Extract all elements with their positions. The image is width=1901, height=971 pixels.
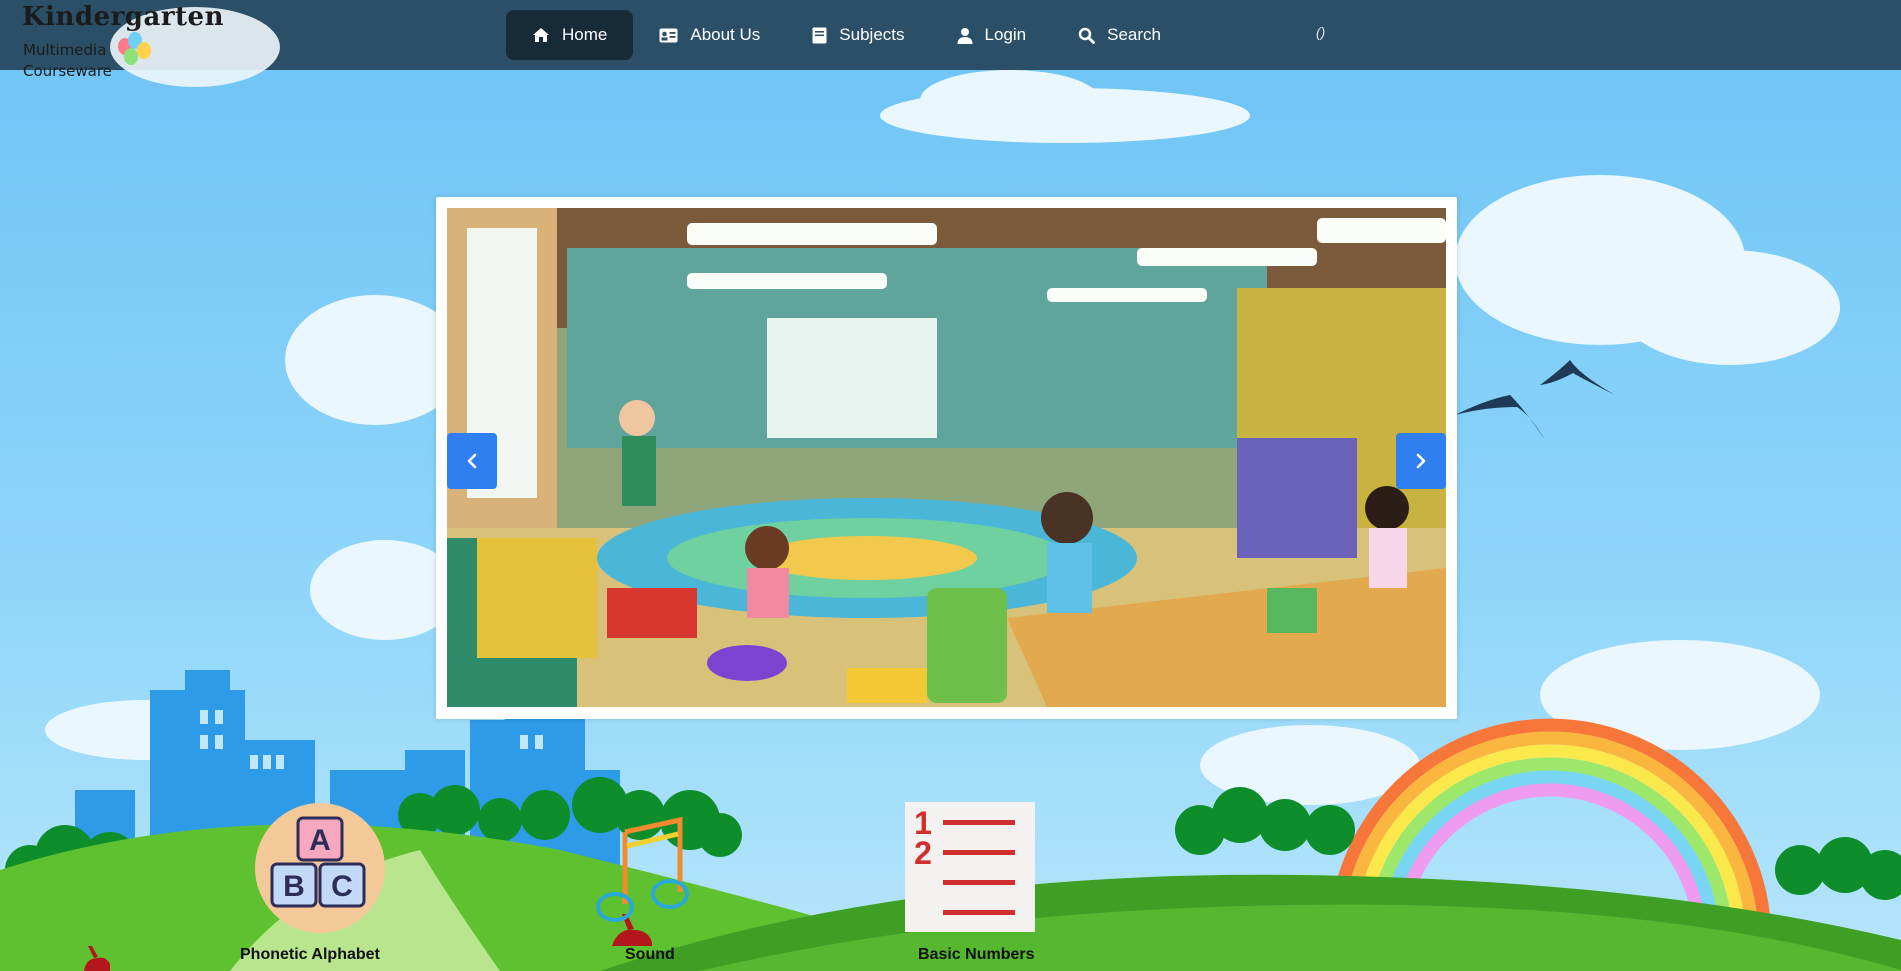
carousel-next-button[interactable] bbox=[1396, 433, 1446, 489]
subject-label[interactable]: Basic Numbers bbox=[918, 946, 1035, 964]
bird-icon bbox=[1455, 360, 1615, 440]
home-icon bbox=[532, 27, 550, 43]
site-logo[interactable]: Kindergarten Multimedia Courseware bbox=[20, 2, 280, 90]
svg-text:A: A bbox=[309, 824, 331, 857]
cloud-decoration bbox=[1620, 250, 1840, 365]
search-icon bbox=[1078, 27, 1096, 44]
nav-label: Home bbox=[562, 25, 608, 44]
nav-label: Login bbox=[984, 25, 1027, 44]
logo-title: Kindergarten bbox=[22, 2, 224, 32]
chevron-right-icon bbox=[1416, 453, 1426, 469]
svg-text:C: C bbox=[331, 870, 353, 903]
nav-home[interactable]: Home bbox=[506, 10, 634, 60]
logo-subtitle-line: Multimedia bbox=[23, 41, 107, 59]
subject-label[interactable]: Sound bbox=[625, 946, 675, 964]
subject-label[interactable]: Phonetic Alphabet bbox=[240, 946, 380, 964]
main-nav: Home About Us Subjects Login Search bbox=[506, 10, 1187, 60]
abc-blocks-icon: A B C bbox=[255, 803, 385, 933]
book-icon bbox=[812, 27, 827, 44]
nav-about-us[interactable]: About Us bbox=[633, 10, 786, 60]
user-icon bbox=[957, 27, 973, 44]
svg-text:B: B bbox=[283, 870, 305, 903]
logo-subtitle-line: Courseware bbox=[23, 62, 112, 80]
cloud-decoration bbox=[920, 70, 1100, 130]
nav-subjects[interactable]: Subjects bbox=[786, 10, 930, 60]
nav-label: Subjects bbox=[839, 25, 905, 44]
id-card-icon bbox=[659, 28, 678, 43]
chevron-left-icon bbox=[467, 453, 477, 469]
nav-search[interactable]: Search bbox=[1052, 10, 1187, 60]
nav-extra-text: () bbox=[1316, 24, 1326, 40]
balloon-icon bbox=[124, 48, 138, 65]
image-carousel bbox=[436, 197, 1457, 719]
carousel-prev-button[interactable] bbox=[447, 433, 497, 489]
numbered-list-icon: 1 2 bbox=[905, 802, 1035, 932]
carousel-slide-image bbox=[447, 208, 1446, 707]
nav-login[interactable]: Login bbox=[931, 10, 1053, 60]
logo-subtitle: Multimedia Courseware bbox=[23, 40, 112, 82]
rabbit-icon bbox=[84, 946, 110, 971]
classroom-illustration bbox=[447, 208, 1446, 707]
nav-label: Search bbox=[1107, 25, 1161, 44]
svg-text:2: 2 bbox=[914, 835, 932, 871]
music-note-icon bbox=[596, 816, 689, 922]
nav-label: About Us bbox=[690, 25, 761, 44]
balloon-icon bbox=[137, 42, 151, 59]
